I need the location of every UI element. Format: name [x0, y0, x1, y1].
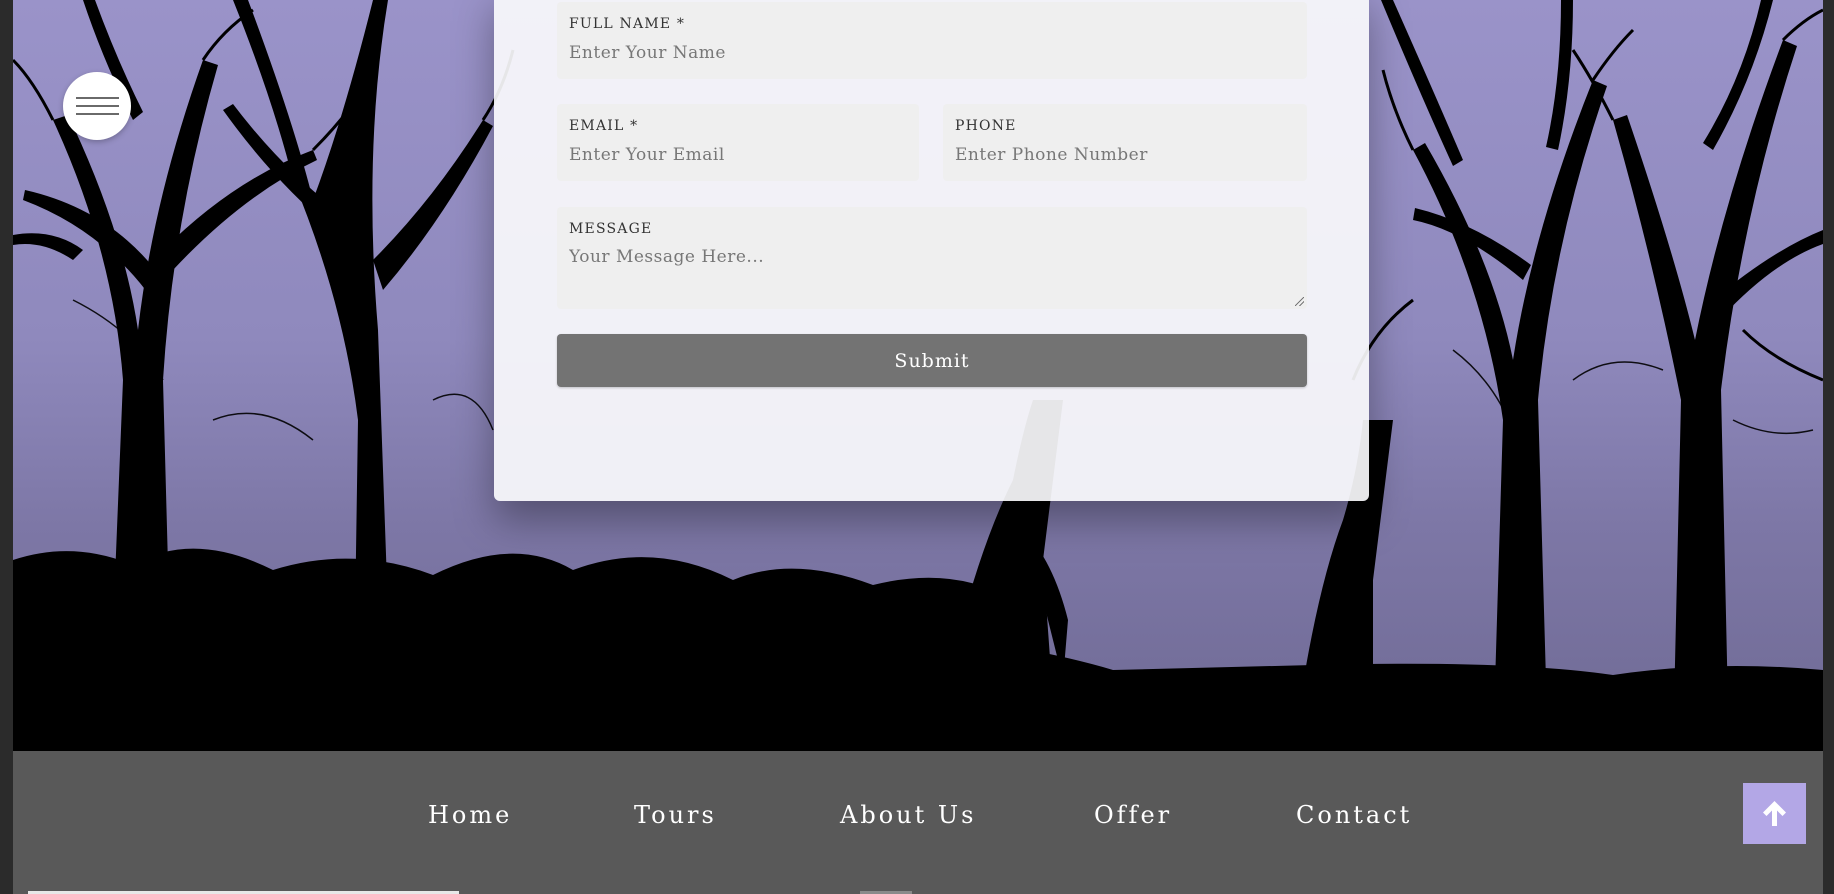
footer-nav-contact[interactable]: Contact: [1296, 801, 1412, 829]
footer-nav-offer[interactable]: Offer: [1094, 801, 1172, 829]
submit-button[interactable]: Submit: [557, 334, 1307, 387]
phone-field: PHONE: [943, 104, 1307, 181]
full-name-label: FULL NAME *: [569, 16, 686, 32]
email-label: EMAIL *: [569, 118, 639, 134]
footer-nav: Home Tours About Us Offer Contact: [13, 751, 1823, 894]
message-textarea[interactable]: [569, 247, 1289, 299]
hero-background: FULL NAME * EMAIL * PHONE MESSAGE Submit: [13, 0, 1823, 751]
footer-nav-home[interactable]: Home: [428, 801, 512, 829]
footer-nav-tours[interactable]: Tours: [634, 801, 717, 829]
resize-handle-icon[interactable]: [1295, 297, 1304, 306]
phone-input[interactable]: [955, 145, 1290, 165]
arrow-up-icon: [1763, 801, 1786, 826]
footer: Home Tours About Us Offer Contact: [13, 751, 1823, 894]
email-field: EMAIL *: [557, 104, 919, 181]
menu-button[interactable]: [63, 72, 131, 140]
phone-label: PHONE: [955, 118, 1017, 134]
email-input[interactable]: [569, 145, 904, 165]
page-right-edge: [1823, 0, 1834, 894]
contact-form-card: FULL NAME * EMAIL * PHONE MESSAGE Submit: [494, 0, 1369, 501]
full-name-input[interactable]: [569, 43, 1289, 63]
scroll-to-top-button[interactable]: [1743, 783, 1806, 844]
page-left-edge: [0, 0, 13, 894]
page: FULL NAME * EMAIL * PHONE MESSAGE Submit…: [0, 0, 1834, 894]
full-name-field: FULL NAME *: [557, 2, 1307, 79]
message-field: MESSAGE: [557, 207, 1307, 309]
footer-nav-about-us[interactable]: About Us: [840, 801, 976, 829]
message-label: MESSAGE: [569, 221, 653, 237]
